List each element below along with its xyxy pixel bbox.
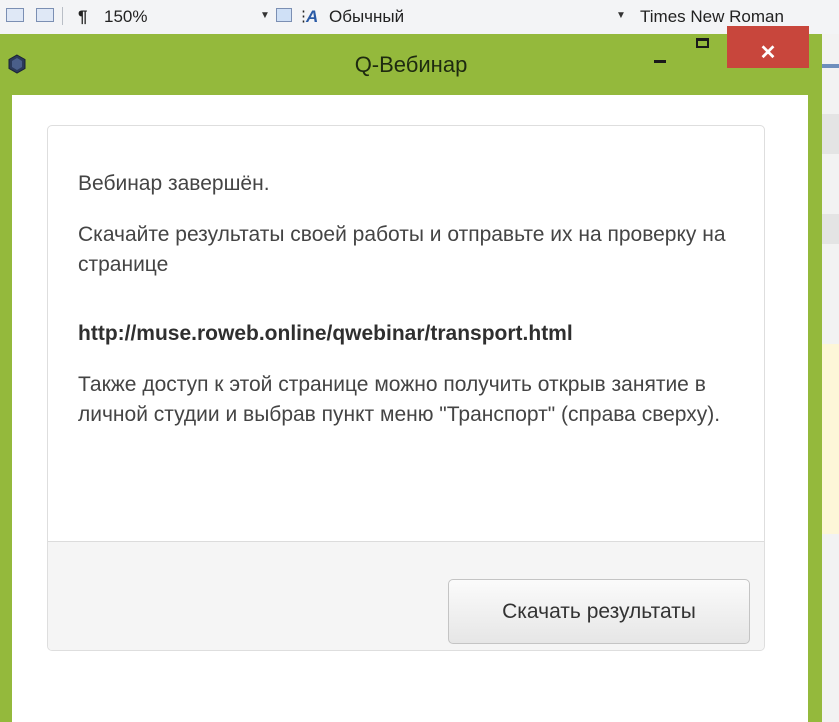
minimize-icon <box>654 60 666 63</box>
view-layout-icon[interactable] <box>6 8 24 22</box>
background-ruler-line <box>822 64 839 68</box>
background-panel-strip <box>822 114 839 154</box>
view-web-icon[interactable] <box>36 8 54 22</box>
maximize-button[interactable] <box>682 34 722 64</box>
background-panel-strip <box>822 214 839 244</box>
message-download-instructions: Скачайте результаты своей работы и отпра… <box>78 223 726 276</box>
message-footer: Скачать результаты <box>48 541 764 650</box>
style-select[interactable]: Обычный <box>329 7 404 27</box>
minimize-button[interactable] <box>640 34 680 64</box>
message-finished: Вебинар завершён. <box>78 172 270 195</box>
style-dropdown-icon[interactable]: ▼ <box>614 9 628 23</box>
message-body: Вебинар завершён. Скачайте результаты св… <box>48 126 764 540</box>
transport-url[interactable]: http://muse.roweb.online/qwebinar/transp… <box>78 319 573 349</box>
style-gallery-icon[interactable] <box>276 8 292 22</box>
background-document-edge <box>822 34 839 722</box>
zoom-dropdown-icon[interactable]: ▼ <box>258 9 272 23</box>
font-select[interactable]: Times New Roman <box>640 7 784 27</box>
close-icon: ✕ <box>759 42 777 64</box>
qwebinar-window: Q-Вебинар ✕ Вебинар завершён. Скачайте р… <box>0 26 822 722</box>
window-titlebar[interactable]: Q-Вебинар ✕ <box>0 26 822 95</box>
maximize-icon <box>696 38 709 48</box>
window-client-area: Вебинар завершён. Скачайте результаты св… <box>12 95 808 722</box>
pilcrow-icon[interactable]: ¶ <box>78 7 87 27</box>
close-button[interactable]: ✕ <box>727 26 809 68</box>
message-access-info: Также доступ к этой странице можно получ… <box>78 373 721 426</box>
background-word-toolbar: ¶ 150% ▼ ⋮ A Обычный ▼ Times New Roman <box>0 0 839 35</box>
background-highlight-area <box>822 344 839 534</box>
zoom-value[interactable]: 150% <box>104 7 147 27</box>
message-panel: Вебинар завершён. Скачайте результаты св… <box>47 125 765 651</box>
styles-pane-icon[interactable]: A <box>306 7 318 27</box>
toolbar-separator <box>62 7 63 25</box>
download-results-button[interactable]: Скачать результаты <box>448 579 750 644</box>
